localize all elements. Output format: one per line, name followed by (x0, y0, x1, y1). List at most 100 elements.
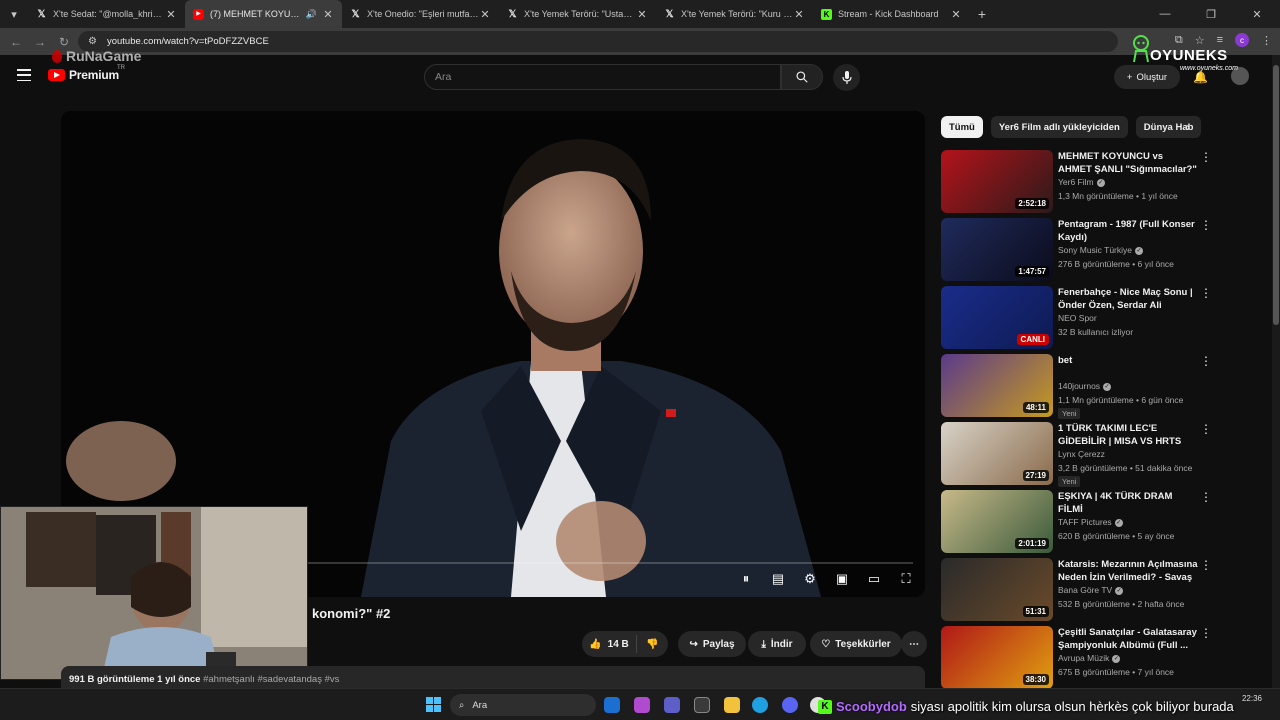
tab-search-button[interactable]: ▾ (0, 0, 28, 28)
taskbar-clock[interactable]: 22:36 (1242, 693, 1262, 705)
recommended-channel[interactable]: Bana Göre TV ✓ (1058, 585, 1124, 595)
back-icon[interactable]: ← (4, 35, 28, 49)
new-tab-button[interactable]: + (970, 6, 994, 22)
close-icon[interactable]: ✕ (636, 8, 648, 21)
video-thumbnail[interactable]: 51:31 (941, 558, 1053, 621)
recommended-item[interactable]: CANLI Fenerbahçe - Nice Maç Sonu | Önder … (941, 286, 1271, 350)
fullscreen-icon[interactable]: ⛶ (897, 571, 915, 587)
recommended-item[interactable]: 48:11 bet 140journos ✓ 1,1 Mn görüntüleme • … (941, 354, 1271, 419)
recommended-title[interactable]: MEHMET KOYUNCU vs AHMET ŞANLI "Sığınmacı… (1058, 150, 1198, 176)
video-thumbnail[interactable]: 38:30 (941, 626, 1053, 689)
thanks-button[interactable]: ♡ Teşekkürler (810, 631, 902, 657)
video-thumbnail[interactable]: 1:47:57 (941, 218, 1053, 281)
store-icon[interactable] (694, 697, 710, 713)
more-options-icon[interactable]: ⋮ (1200, 218, 1212, 232)
more-options-icon[interactable]: ⋮ (1200, 354, 1212, 368)
teams-icon[interactable] (664, 697, 680, 713)
windows-start-icon[interactable] (426, 697, 441, 712)
recommended-item[interactable]: 27:19 1 TÜRK TAKIMI LEC'E GİDEBİLİR | MIS… (941, 422, 1271, 487)
subtitles-icon[interactable]: ▤ (769, 571, 787, 587)
description-views: 991 B görüntüleme 1 yıl önce (69, 674, 201, 685)
close-icon[interactable]: ✕ (322, 8, 334, 21)
more-actions-button[interactable]: ⋯ (901, 631, 927, 657)
like-button[interactable]: 👍 14 B (582, 635, 637, 653)
more-options-icon[interactable]: ⋮ (1200, 626, 1212, 640)
minimize-icon[interactable]: — (1142, 0, 1188, 28)
chip-uploader[interactable]: Yer6 Film adlı yükleyiciden (990, 116, 1128, 138)
chevron-right-icon[interactable]: › (1186, 120, 1190, 134)
close-icon[interactable]: ✕ (479, 8, 491, 21)
site-info-icon[interactable]: ⚙ (88, 36, 97, 47)
scrollbar-thumb[interactable] (1273, 65, 1279, 325)
tab-2[interactable]: 𝕏 X'te Onedio: "Eşleri mutfakta ya ✕ (342, 0, 499, 28)
window-close-icon[interactable]: ✕ (1234, 0, 1280, 28)
file-explorer-icon[interactable] (724, 697, 740, 713)
maximize-icon[interactable]: ❐ (1188, 0, 1234, 28)
tab-1[interactable]: ▶ (7) MEHMET KOYUNCU vs / 🔊 ✕ (185, 0, 342, 28)
voice-search-button[interactable] (833, 64, 860, 91)
tab-3[interactable]: 𝕏 X'te Yemek Terörü: "Ustam bu p ✕ (499, 0, 656, 28)
theater-mode-icon[interactable]: ▭ (865, 571, 883, 587)
more-options-icon[interactable]: ⋮ (1200, 558, 1212, 572)
recommended-channel[interactable]: Avrupa Müzik ✓ (1058, 653, 1121, 663)
video-thumbnail[interactable]: 27:19 (941, 422, 1053, 485)
tab-5[interactable]: K Stream - Kick Dashboard ✕ (813, 0, 970, 28)
forward-icon[interactable]: → (28, 35, 52, 49)
tab-0[interactable]: 𝕏 X'te Sedat: "@molla_khristos @ ✕ (28, 0, 185, 28)
video-thumbnail[interactable]: 2:01:19 (941, 490, 1053, 553)
page-scrollbar[interactable] (1272, 55, 1280, 688)
recommended-channel[interactable]: Sony Music Türkiye ✓ (1058, 245, 1144, 255)
recommended-title[interactable]: Pentagram - 1987 (Full Konser Kaydı) (1058, 218, 1198, 244)
recommended-channel[interactable]: Yer6 Film ✓ (1058, 177, 1105, 187)
video-thumbnail[interactable]: CANLI (941, 286, 1053, 349)
recommended-item[interactable]: 2:52:18 MEHMET KOYUNCU vs AHMET ŞANLI "Sı… (941, 150, 1271, 214)
close-icon[interactable]: ✕ (793, 8, 805, 21)
description-box[interactable]: 991 B görüntüleme 1 yıl önce #ahmetşanlı… (61, 666, 925, 688)
copilot-icon[interactable] (634, 697, 650, 713)
recommended-title[interactable]: 1 TÜRK TAKIMI LEC'E GİDEBİLİR | MISA VS … (1058, 422, 1198, 448)
discord-icon[interactable] (782, 697, 798, 713)
autoplay-toggle-icon[interactable]: ⏸ (737, 571, 755, 587)
recommended-title[interactable]: bet (1058, 354, 1198, 367)
recommended-title[interactable]: Fenerbahçe - Nice Maç Sonu | Önder Özen,… (1058, 286, 1198, 312)
dislike-button[interactable]: 👎 (637, 639, 668, 650)
search-button[interactable] (781, 64, 823, 90)
description-tags[interactable]: #ahmetşanlı #sadevatandaş #vs (203, 674, 339, 685)
url-field[interactable]: ⚙ youtube.com/watch?v=tPoDFZZVBCE (78, 31, 1118, 52)
recommended-title[interactable]: Katarsis: Mezarının Açılmasına Neden İzi… (1058, 558, 1198, 584)
menu-hamburger-icon[interactable] (17, 69, 31, 81)
youtube-logo[interactable]: Premium TR (48, 65, 125, 82)
recommended-item[interactable]: 51:31 Katarsis: Mezarının Açılmasına Nede… (941, 558, 1271, 622)
close-icon[interactable]: ✕ (165, 8, 177, 21)
video-thumbnail[interactable]: 48:11 (941, 354, 1053, 417)
edge-copilot-icon[interactable] (604, 697, 620, 713)
edge-icon[interactable] (752, 697, 768, 713)
recommended-channel[interactable]: Lynx Çerezz (1058, 449, 1105, 459)
recommended-title[interactable]: EŞKIYA | 4K TÜRK DRAM FİLMİ (1058, 490, 1198, 516)
recommended-item[interactable]: 38:30 Çeşitli Sanatçılar - Galatasaray Şa… (941, 626, 1271, 690)
search-input[interactable]: Ara (424, 64, 781, 90)
more-options-icon[interactable]: ⋮ (1200, 150, 1212, 164)
more-options-icon[interactable]: ⋮ (1200, 422, 1212, 436)
recommended-channel[interactable]: 140journos ✓ (1058, 381, 1112, 391)
recommended-channel[interactable]: NEO Spor (1058, 313, 1097, 323)
chip-world-news[interactable]: Dünya Hab (1135, 116, 1202, 138)
more-options-icon[interactable]: ⋮ (1200, 286, 1212, 300)
download-button[interactable]: ⤓ İndir (748, 631, 806, 657)
taskbar-search[interactable]: ⌕ Ara (450, 694, 596, 716)
recommended-title[interactable]: Çeşitli Sanatçılar - Galatasaray Şampiyo… (1058, 626, 1198, 652)
close-icon[interactable]: ✕ (950, 8, 962, 21)
recommended-channel[interactable]: TAFF Pictures ✓ (1058, 517, 1123, 527)
share-button[interactable]: ↪ Paylaş (678, 631, 746, 657)
recommended-item[interactable]: 2:01:19 EŞKIYA | 4K TÜRK DRAM FİLMİ TAFF P… (941, 490, 1271, 554)
miniplayer-icon[interactable]: ▣ (833, 571, 851, 587)
more-options-icon[interactable]: ⋮ (1200, 490, 1212, 504)
speaker-icon[interactable]: 🔊 (306, 9, 317, 20)
tab-4[interactable]: 𝕏 X'te Yemek Terörü: "Kuru fasülye ✕ (656, 0, 813, 28)
video-thumbnail[interactable]: 2:52:18 (941, 150, 1053, 213)
menu-kebab-icon[interactable]: ⋮ (1261, 34, 1272, 47)
recommended-item[interactable]: 1:47:57 Pentagram - 1987 (Full Konser Kay… (941, 218, 1271, 282)
reload-icon[interactable]: ↻ (52, 35, 76, 49)
settings-gear-icon[interactable]: ⚙ (801, 571, 819, 587)
chip-all[interactable]: Tümü (941, 116, 983, 138)
